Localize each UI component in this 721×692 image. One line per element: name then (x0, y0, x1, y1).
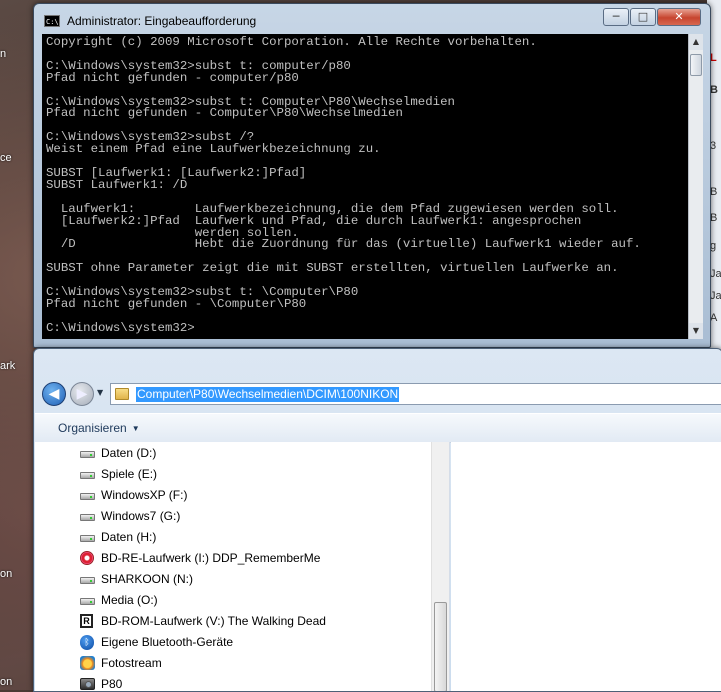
title-bar[interactable]: C:\ Administrator: Eingabeaufforderung ─… (34, 4, 710, 34)
tree-item-label: Spiele (E:) (101, 467, 158, 481)
recent-pages-dropdown-icon[interactable]: ▼ (97, 388, 103, 397)
tree-item-label: BD-ROM-Laufwerk (V:) The Walking Dead (101, 614, 326, 628)
navigation-scrollbar[interactable] (431, 442, 449, 691)
desktop-icon-label[interactable]: ce (0, 152, 12, 164)
scrollbar-thumb[interactable] (434, 602, 447, 691)
tree-item-label: Windows7 (G:) (101, 509, 181, 523)
minimize-icon: ─ (612, 10, 620, 23)
back-button[interactable]: ◀ (42, 382, 66, 406)
tree-item-label: WindowsXP (F:) (101, 488, 188, 502)
console-scrollbar[interactable]: ▲ ▼ (688, 34, 703, 339)
web-fragment-text: B (710, 186, 718, 198)
back-arrow-icon: ◀ (48, 386, 60, 402)
desktop-icon-label[interactable]: n (0, 48, 6, 60)
console-text: Copyright (c) 2009 Microsoft Corporation… (46, 35, 641, 335)
navigation-pane[interactable]: Daten (D:) Spiele (E:) WindowsXP (F:) Windo… (35, 442, 450, 691)
chevron-down-icon: ▼ (131, 424, 140, 433)
tree-item-label: Eigene Bluetooth-Geräte (101, 635, 234, 649)
command-bar: Organisieren ▼ (35, 413, 721, 443)
camera-icon (79, 677, 95, 691)
forward-button[interactable]: ▶ (70, 382, 94, 406)
hard-drive-icon (79, 530, 95, 544)
scroll-up-icon[interactable]: ▲ (689, 34, 703, 50)
hard-drive-icon (79, 467, 95, 481)
window-title: Administrator: Eingabeaufforderung (67, 14, 257, 28)
address-path[interactable]: Computer\P80\Wechselmedien\DCIM\100NIKON (136, 387, 400, 402)
hard-drive-icon (79, 509, 95, 523)
organize-label: Organisieren (58, 421, 127, 435)
console-output[interactable]: Copyright (c) 2009 Microsoft Corporation… (42, 34, 688, 339)
maximize-icon: □ (637, 10, 649, 23)
tree-item-label: Daten (H:) (101, 530, 157, 544)
tree-item-label: SHARKOON (N:) (101, 572, 194, 586)
maximize-button[interactable]: □ (630, 8, 656, 26)
close-button[interactable]: ✕ (657, 8, 701, 26)
forward-arrow-icon: ▶ (76, 386, 88, 402)
explorer-window[interactable]: ◀ ▶ ▼ Computer\P80\Wechselmedien\DCIM\10… (33, 348, 721, 692)
folder-icon (115, 388, 129, 400)
hard-drive-icon (79, 572, 95, 586)
scroll-down-icon[interactable]: ▼ (689, 323, 703, 339)
bluetooth-icon: ᛒ (79, 635, 95, 650)
desktop-icon-label[interactable]: on (0, 676, 12, 688)
hard-drive-icon (79, 593, 95, 607)
tree-item-label: Media (O:) (101, 593, 158, 607)
tree-item-label: BD-RE-Laufwerk (I:) DDP_RememberMe (101, 551, 321, 565)
address-bar[interactable]: Computer\P80\Wechselmedien\DCIM\100NIKON (110, 383, 721, 405)
background-blur-text (319, 351, 719, 379)
web-fragment-text: A (710, 312, 718, 324)
command-prompt-window[interactable]: C:\ Administrator: Eingabeaufforderung ─… (33, 3, 711, 348)
bd-rom-icon: R (79, 614, 95, 628)
bd-disc-icon (79, 551, 95, 565)
tree-item-label: Fotostream (101, 656, 162, 670)
web-fragment-text: B (710, 84, 718, 96)
cmd-icon: C:\ (44, 15, 60, 27)
web-fragment-text: B (710, 212, 718, 224)
web-fragment-text: L (710, 52, 717, 64)
organize-button[interactable]: Organisieren ▼ (58, 421, 140, 435)
minimize-button[interactable]: ─ (603, 8, 629, 26)
scrollbar-thumb[interactable] (690, 54, 702, 76)
photostream-icon (79, 656, 95, 670)
desktop-icon-label[interactable]: on (0, 568, 12, 580)
file-list-pane[interactable] (451, 442, 721, 691)
hard-drive-icon (79, 446, 95, 460)
desktop-icon-label[interactable]: ark (0, 360, 15, 372)
close-icon: ✕ (674, 10, 684, 23)
tree-item-label: P80 (101, 677, 123, 691)
tree-item-label: Daten (D:) (101, 446, 157, 460)
web-fragment-text: Ja (710, 290, 721, 302)
hard-drive-icon (79, 488, 95, 502)
web-fragment-text: Ja (710, 268, 721, 280)
